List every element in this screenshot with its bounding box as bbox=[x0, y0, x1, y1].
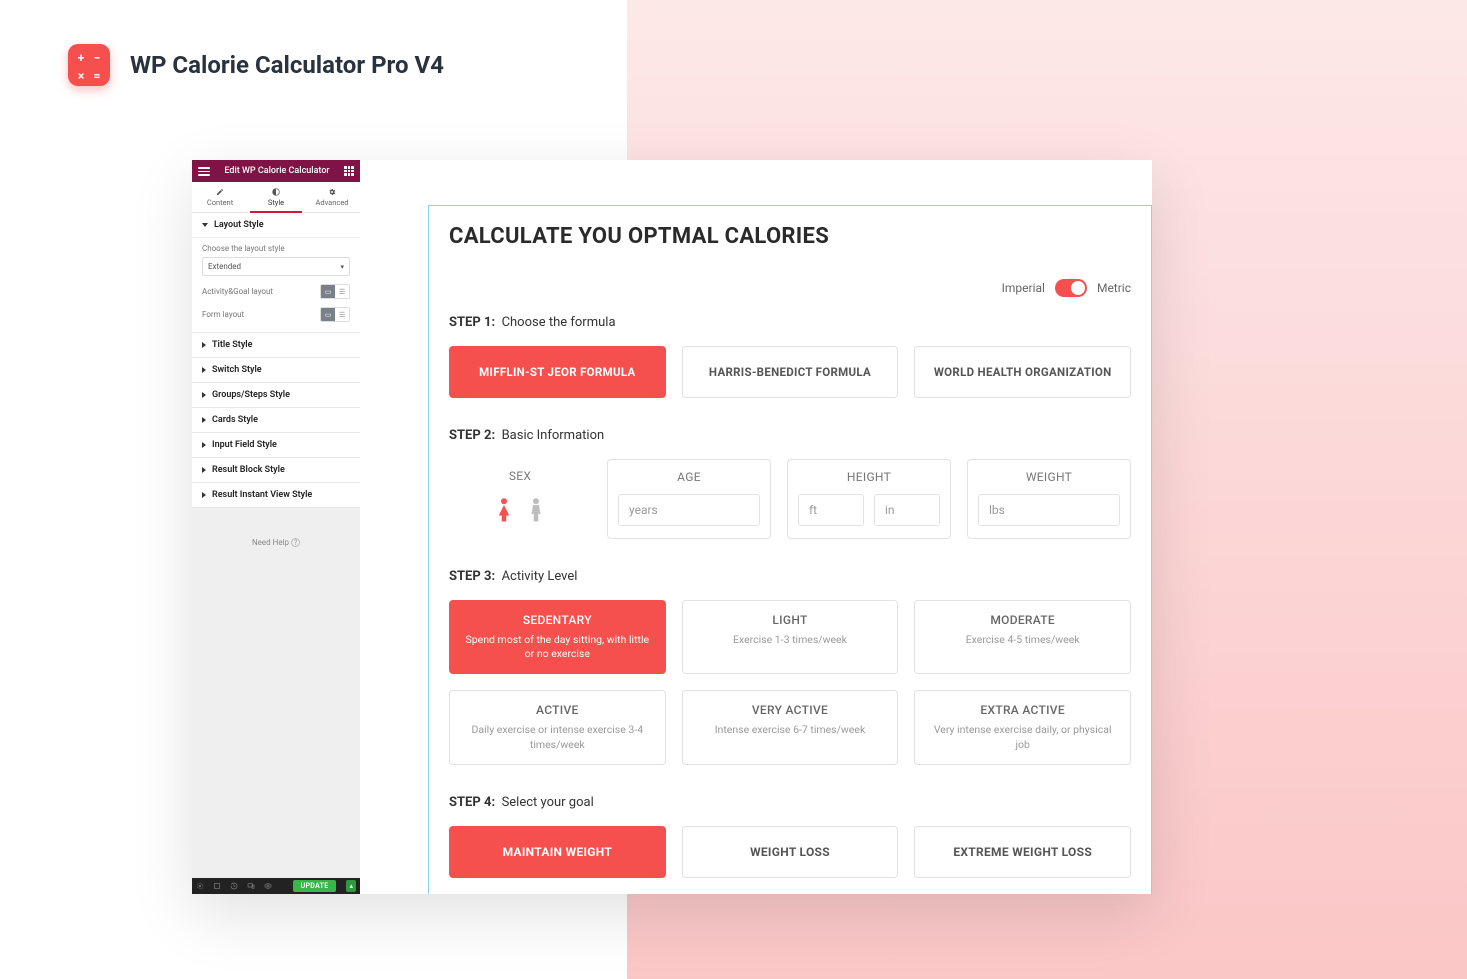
editor-footer: UPDATE ▴ bbox=[192, 878, 360, 894]
goal-extreme-loss[interactable]: EXTREME WEIGHT LOSS bbox=[914, 826, 1131, 878]
activity-light[interactable]: LIGHTExercise 1-3 times/week bbox=[682, 600, 899, 674]
editor-tabs: Content Style Advanced bbox=[192, 182, 360, 213]
app-header: +−×= WP Calorie Calculator Pro V4 bbox=[68, 44, 444, 86]
app-logo-icon: +−×= bbox=[68, 44, 110, 86]
responsive-icon[interactable] bbox=[247, 882, 255, 890]
unit-imperial-label: Imperial bbox=[1002, 281, 1045, 295]
editor-preview-frame: Edit WP Calorie Calculator Content Style… bbox=[192, 160, 1152, 894]
layout-style-select[interactable]: Extended ▾ bbox=[202, 257, 350, 276]
tab-style[interactable]: Style bbox=[248, 182, 304, 212]
weight-card: WEIGHT lbs bbox=[967, 459, 1131, 539]
section-layout-style-head[interactable]: Layout Style bbox=[192, 213, 360, 237]
preview-icon[interactable] bbox=[264, 882, 272, 890]
section-result-instant-head[interactable]: Result Instant View Style bbox=[192, 483, 360, 507]
step4-label: STEP 4: Select your goal bbox=[449, 795, 1131, 810]
app-title: WP Calorie Calculator Pro V4 bbox=[130, 51, 444, 79]
step3-label: STEP 3: Activity Level bbox=[449, 569, 1131, 584]
widgets-grid-icon[interactable] bbox=[344, 166, 354, 176]
age-input[interactable]: years bbox=[618, 494, 760, 526]
pencil-icon bbox=[216, 188, 224, 196]
section-cards-style-head[interactable]: Cards Style bbox=[192, 408, 360, 432]
editor-top-title: Edit WP Calorie Calculator bbox=[224, 166, 329, 176]
goal-loss[interactable]: WEIGHT LOSS bbox=[682, 826, 899, 878]
activity-goal-layout-label: Activity&Goal layout bbox=[202, 287, 273, 296]
section-switch-style-head[interactable]: Switch Style bbox=[192, 358, 360, 382]
settings-icon[interactable] bbox=[196, 882, 204, 890]
update-options-button[interactable]: ▴ bbox=[346, 880, 356, 892]
unit-toggle[interactable] bbox=[1055, 279, 1087, 297]
tab-advanced[interactable]: Advanced bbox=[304, 182, 360, 212]
section-result-block-head[interactable]: Result Block Style bbox=[192, 458, 360, 482]
height-ft-input[interactable]: ft bbox=[798, 494, 864, 526]
section-groups-steps-style: Groups/Steps Style bbox=[192, 383, 360, 408]
formula-who[interactable]: WORLD HEALTH ORGANIZATION bbox=[914, 346, 1131, 398]
editor-topbar: Edit WP Calorie Calculator bbox=[192, 160, 360, 182]
height-in-input[interactable]: in bbox=[874, 494, 940, 526]
formula-harris[interactable]: HARRIS-BENEDICT FORMULA bbox=[682, 346, 899, 398]
gear-icon bbox=[328, 188, 336, 196]
step1-label: STEP 1: Choose the formula bbox=[449, 315, 1131, 330]
female-icon[interactable] bbox=[495, 497, 513, 525]
form-layout-seg[interactable]: ▭☰ bbox=[320, 307, 350, 322]
section-layout-style: Layout Style Choose the layout style Ext… bbox=[192, 213, 360, 333]
unit-toggle-row: Imperial Metric bbox=[449, 279, 1131, 297]
activity-moderate[interactable]: MODERATEExercise 4-5 times/week bbox=[914, 600, 1131, 674]
weight-input[interactable]: lbs bbox=[978, 494, 1120, 526]
sex-card: SEX bbox=[449, 459, 591, 539]
activity-extra-active[interactable]: EXTRA ACTIVEVery intense exercise daily,… bbox=[914, 690, 1131, 764]
section-cards-style: Cards Style bbox=[192, 408, 360, 433]
male-icon[interactable] bbox=[527, 497, 545, 525]
contrast-icon bbox=[272, 188, 280, 196]
need-help[interactable]: Need Help ? bbox=[192, 508, 360, 878]
form-layout-label: Form layout bbox=[202, 310, 244, 319]
chevron-down-icon: ▾ bbox=[340, 263, 344, 271]
help-icon: ? bbox=[291, 538, 300, 547]
section-groups-steps-head[interactable]: Groups/Steps Style bbox=[192, 383, 360, 407]
update-button[interactable]: UPDATE bbox=[293, 880, 337, 892]
height-card: HEIGHT ft in bbox=[787, 459, 951, 539]
unit-metric-label: Metric bbox=[1097, 281, 1131, 295]
calculator-widget: CALCULATE YOU OPTMAL CALORIES Imperial M… bbox=[428, 205, 1152, 894]
section-result-instant-style: Result Instant View Style bbox=[192, 483, 360, 508]
calculator-title: CALCULATE YOU OPTMAL CALORIES bbox=[449, 224, 1131, 249]
activity-sedentary[interactable]: SEDENTARYSpend most of the day sitting, … bbox=[449, 600, 666, 674]
goal-maintain[interactable]: MAINTAIN WEIGHT bbox=[449, 826, 666, 878]
menu-icon[interactable] bbox=[198, 166, 210, 176]
activity-active[interactable]: ACTIVEDaily exercise or intense exercise… bbox=[449, 690, 666, 764]
section-result-block-style: Result Block Style bbox=[192, 458, 360, 483]
activity-very-active[interactable]: VERY ACTIVEIntense exercise 6-7 times/we… bbox=[682, 690, 899, 764]
tab-content[interactable]: Content bbox=[192, 182, 248, 212]
section-switch-style: Switch Style bbox=[192, 358, 360, 383]
choose-layout-label: Choose the layout style bbox=[202, 244, 350, 253]
step2-label: STEP 2: Basic Information bbox=[449, 428, 1131, 443]
preview-pane: CALCULATE YOU OPTMAL CALORIES Imperial M… bbox=[360, 160, 1152, 894]
section-input-field-style: Input Field Style bbox=[192, 433, 360, 458]
elementor-sidebar: Edit WP Calorie Calculator Content Style… bbox=[192, 160, 360, 894]
history-icon[interactable] bbox=[230, 882, 238, 890]
age-card: AGE years bbox=[607, 459, 771, 539]
section-title-style: Title Style bbox=[192, 333, 360, 358]
navigator-icon[interactable] bbox=[213, 882, 221, 890]
section-input-field-head[interactable]: Input Field Style bbox=[192, 433, 360, 457]
formula-mifflin[interactable]: MIFFLIN-ST JEOR FORMULA bbox=[449, 346, 666, 398]
activity-goal-layout-seg[interactable]: ▭☰ bbox=[320, 284, 350, 299]
section-title-style-head[interactable]: Title Style bbox=[192, 333, 360, 357]
